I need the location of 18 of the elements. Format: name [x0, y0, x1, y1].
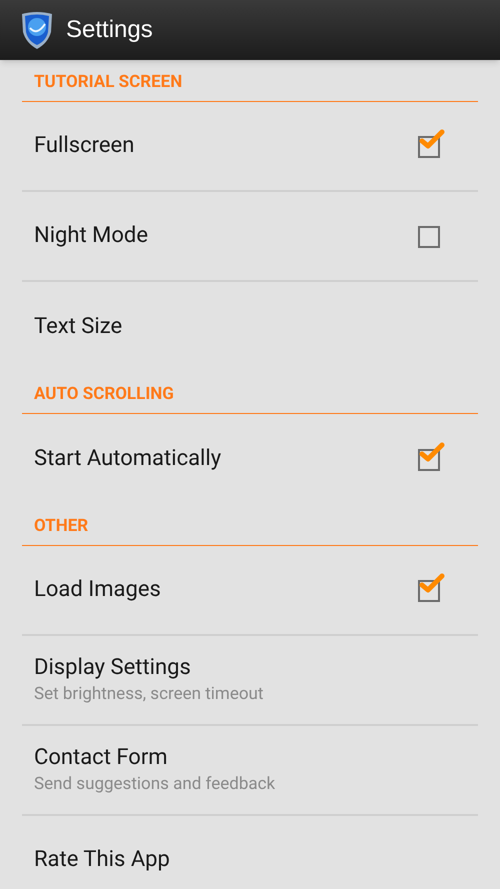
checkbox[interactable] [418, 128, 446, 158]
app-title: Settings [66, 15, 153, 45]
setting-title[interactable]: Text Size [34, 313, 466, 341]
setting-title[interactable]: Display Settings [34, 654, 466, 682]
section-header: AUTO SCROLLING [34, 382, 174, 406]
checkbox[interactable] [418, 572, 446, 602]
section-header: OTHER [34, 514, 88, 538]
setting-title[interactable]: Start Automatically [34, 445, 418, 473]
setting-summary: Set brightness, screen timeout [34, 683, 264, 706]
setting-title[interactable]: Load Images [34, 576, 418, 604]
setting-title[interactable]: Night Mode [34, 222, 418, 250]
setting-title[interactable]: Contact Form [34, 744, 466, 772]
section-header: TUTORIAL SCREEN [34, 70, 182, 94]
setting-title[interactable]: Rate This App [34, 846, 466, 874]
setting-summary: Send suggestions and feedback [34, 773, 276, 796]
checkbox[interactable] [418, 441, 446, 471]
setting-title[interactable]: Fullscreen [34, 132, 418, 160]
shield-globe-icon [20, 10, 54, 50]
